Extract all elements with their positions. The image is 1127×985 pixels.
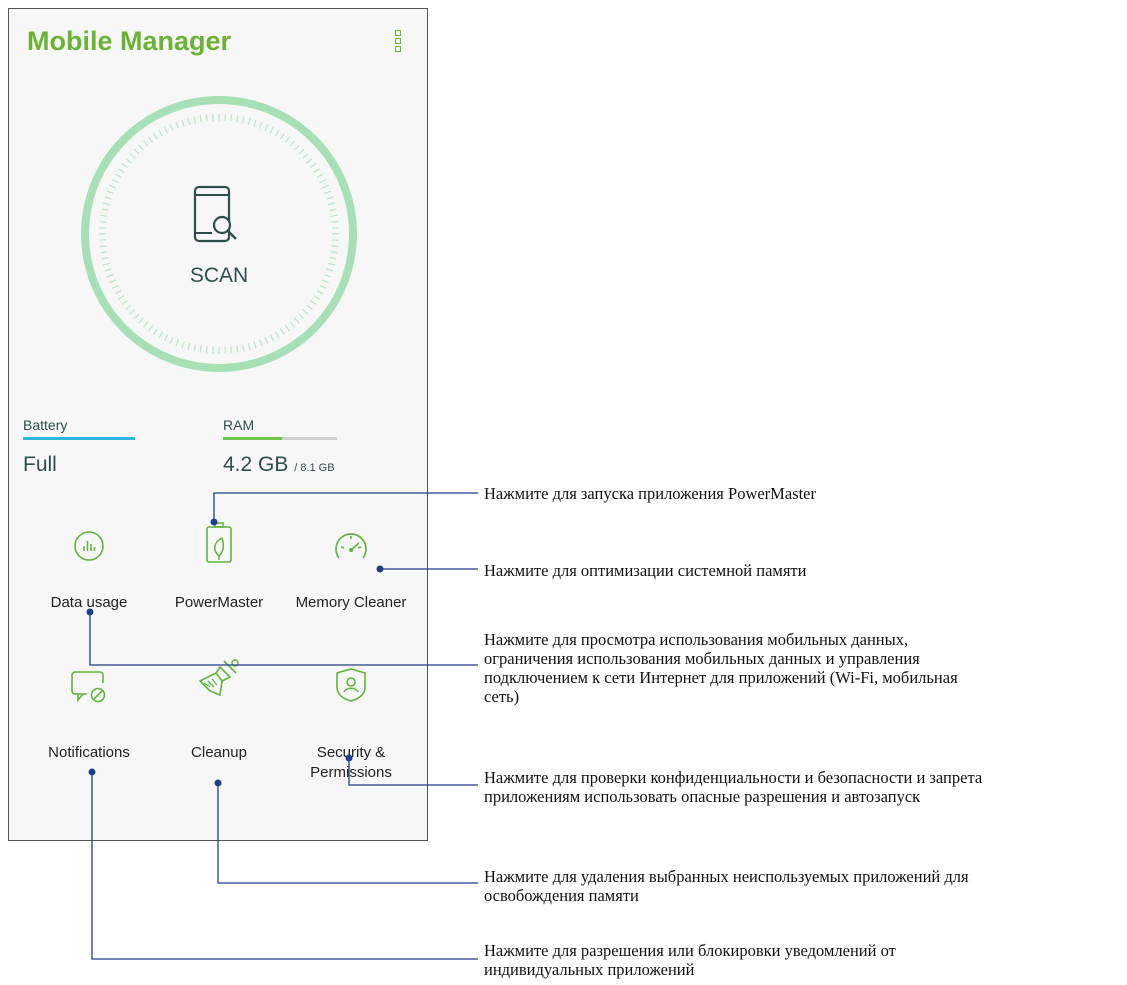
- callout-line: индивидуальных приложений: [484, 960, 695, 979]
- callout-line: приложениям использовать опасные разреше…: [484, 787, 921, 806]
- callout-line: освобождения памяти: [484, 886, 639, 905]
- callout-line: сеть): [484, 687, 520, 706]
- callout-security: Нажмите для проверки конфиденциальности …: [484, 768, 982, 806]
- callout-powermaster: Нажмите для запуска приложения PowerMast…: [484, 484, 816, 503]
- callout-line: Нажмите для разрешения или блокировки ув…: [484, 941, 896, 960]
- callout-line: ограничения использования мобильных данн…: [484, 649, 920, 668]
- callout-cleanup: Нажмите для удаления выбранных неиспольз…: [484, 867, 969, 905]
- callout-notifications: Нажмите для разрешения или блокировки ув…: [484, 941, 896, 979]
- callout-memory-cleaner: Нажмите для оптимизации системной памяти: [484, 561, 807, 580]
- callout-line: Нажмите для удаления выбранных неиспольз…: [484, 867, 969, 886]
- callout-line: подключением к сети Интернет для приложе…: [484, 668, 958, 687]
- callout-line: Нажмите для просмотра использования моби…: [484, 630, 909, 649]
- callout-data-usage: Нажмите для просмотра использования моби…: [484, 630, 958, 706]
- callout-line: Нажмите для проверки конфиденциальности …: [484, 768, 983, 787]
